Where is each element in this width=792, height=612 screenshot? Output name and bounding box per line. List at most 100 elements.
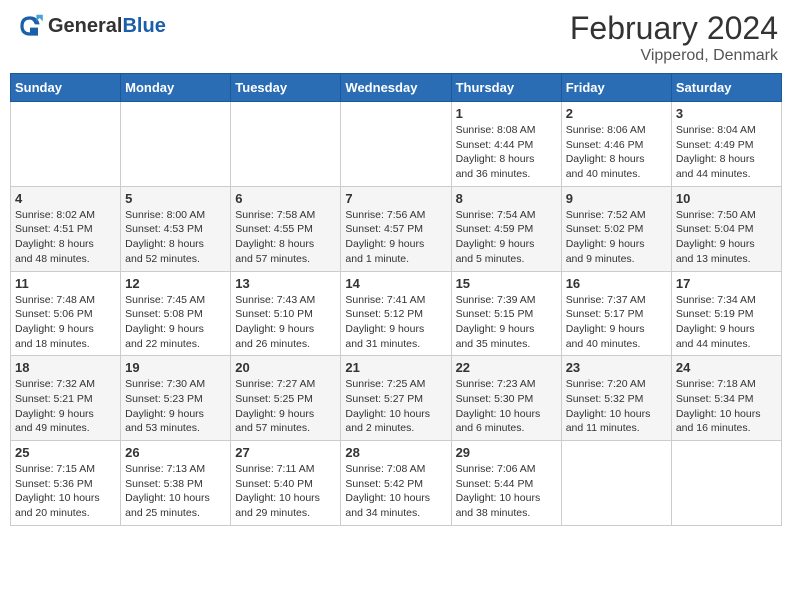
weekday-header-wednesday: Wednesday	[341, 74, 451, 102]
calendar-week-row: 25Sunrise: 7:15 AM Sunset: 5:36 PM Dayli…	[11, 441, 782, 526]
day-info: Sunrise: 7:23 AM Sunset: 5:30 PM Dayligh…	[456, 377, 557, 436]
day-info: Sunrise: 7:58 AM Sunset: 4:55 PM Dayligh…	[235, 208, 336, 267]
day-info: Sunrise: 7:15 AM Sunset: 5:36 PM Dayligh…	[15, 462, 116, 521]
day-info: Sunrise: 7:43 AM Sunset: 5:10 PM Dayligh…	[235, 293, 336, 352]
weekday-header-row: SundayMondayTuesdayWednesdayThursdayFrid…	[11, 74, 782, 102]
day-info: Sunrise: 8:04 AM Sunset: 4:49 PM Dayligh…	[676, 123, 777, 182]
day-number: 14	[345, 276, 446, 291]
day-number: 2	[566, 106, 667, 121]
day-info: Sunrise: 7:20 AM Sunset: 5:32 PM Dayligh…	[566, 377, 667, 436]
calendar-cell: 16 Sunrise: 7:37 AM Sunset: 5:17 PM Dayli…	[561, 271, 671, 356]
day-number: 7	[345, 191, 446, 206]
calendar-week-row: 18 Sunrise: 7:32 AM Sunset: 5:21 PM Dayli…	[11, 356, 782, 441]
calendar-cell	[671, 441, 781, 526]
calendar-cell: 29Sunrise: 7:06 AM Sunset: 5:44 PM Dayli…	[451, 441, 561, 526]
calendar-week-row: 1Sunrise: 8:08 AM Sunset: 4:44 PM Daylig…	[11, 102, 782, 187]
calendar-cell: 20 Sunrise: 7:27 AM Sunset: 5:25 PM Dayli…	[231, 356, 341, 441]
day-number: 22	[456, 360, 557, 375]
calendar-cell: 27 Sunrise: 7:11 AM Sunset: 5:40 PM Dayli…	[231, 441, 341, 526]
calendar-cell: 7Sunrise: 7:56 AM Sunset: 4:57 PM Daylig…	[341, 186, 451, 271]
page-header: GeneralBlue February 2024 Vipperod, Denm…	[10, 10, 782, 65]
calendar-header: SundayMondayTuesdayWednesdayThursdayFrid…	[11, 74, 782, 102]
day-number: 23	[566, 360, 667, 375]
calendar-cell: 15 Sunrise: 7:39 AM Sunset: 5:15 PM Dayli…	[451, 271, 561, 356]
day-info: Sunrise: 7:52 AM Sunset: 5:02 PM Dayligh…	[566, 208, 667, 267]
weekday-header-thursday: Thursday	[451, 74, 561, 102]
calendar-cell: 28 Sunrise: 7:08 AM Sunset: 5:42 PM Dayli…	[341, 441, 451, 526]
day-info: Sunrise: 8:08 AM Sunset: 4:44 PM Dayligh…	[456, 123, 557, 182]
day-info: Sunrise: 7:45 AM Sunset: 5:08 PM Dayligh…	[125, 293, 226, 352]
day-number: 21	[345, 360, 446, 375]
day-info: Sunrise: 7:30 AM Sunset: 5:23 PM Dayligh…	[125, 377, 226, 436]
calendar-cell: 8Sunrise: 7:54 AM Sunset: 4:59 PM Daylig…	[451, 186, 561, 271]
day-info: Sunrise: 8:02 AM Sunset: 4:51 PM Dayligh…	[15, 208, 116, 267]
calendar-cell: 1Sunrise: 8:08 AM Sunset: 4:44 PM Daylig…	[451, 102, 561, 187]
page-title: February 2024	[570, 10, 778, 47]
calendar-cell: 26Sunrise: 7:13 AM Sunset: 5:38 PM Dayli…	[121, 441, 231, 526]
logo-blue-text: Blue	[122, 15, 165, 37]
day-number: 13	[235, 276, 336, 291]
calendar-cell: 9 Sunrise: 7:52 AM Sunset: 5:02 PM Daylig…	[561, 186, 671, 271]
day-info: Sunrise: 7:41 AM Sunset: 5:12 PM Dayligh…	[345, 293, 446, 352]
day-info: Sunrise: 7:08 AM Sunset: 5:42 PM Dayligh…	[345, 462, 446, 521]
calendar-cell: 13 Sunrise: 7:43 AM Sunset: 5:10 PM Dayli…	[231, 271, 341, 356]
calendar-cell: 12 Sunrise: 7:45 AM Sunset: 5:08 PM Dayli…	[121, 271, 231, 356]
day-number: 6	[235, 191, 336, 206]
calendar-cell: 24 Sunrise: 7:18 AM Sunset: 5:34 PM Dayli…	[671, 356, 781, 441]
day-info: Sunrise: 7:27 AM Sunset: 5:25 PM Dayligh…	[235, 377, 336, 436]
day-info: Sunrise: 7:13 AM Sunset: 5:38 PM Dayligh…	[125, 462, 226, 521]
calendar-cell	[121, 102, 231, 187]
day-info: Sunrise: 7:18 AM Sunset: 5:34 PM Dayligh…	[676, 377, 777, 436]
calendar-cell: 19 Sunrise: 7:30 AM Sunset: 5:23 PM Dayli…	[121, 356, 231, 441]
calendar-cell: 22 Sunrise: 7:23 AM Sunset: 5:30 PM Dayli…	[451, 356, 561, 441]
calendar-cell: 23 Sunrise: 7:20 AM Sunset: 5:32 PM Dayli…	[561, 356, 671, 441]
calendar-cell: 18 Sunrise: 7:32 AM Sunset: 5:21 PM Dayli…	[11, 356, 121, 441]
calendar-cell: 5 Sunrise: 8:00 AM Sunset: 4:53 PM Daylig…	[121, 186, 231, 271]
day-number: 9	[566, 191, 667, 206]
weekday-header-tuesday: Tuesday	[231, 74, 341, 102]
day-info: Sunrise: 7:39 AM Sunset: 5:15 PM Dayligh…	[456, 293, 557, 352]
day-number: 16	[566, 276, 667, 291]
day-number: 11	[15, 276, 116, 291]
calendar-table: SundayMondayTuesdayWednesdayThursdayFrid…	[10, 73, 782, 526]
day-info: Sunrise: 7:32 AM Sunset: 5:21 PM Dayligh…	[15, 377, 116, 436]
day-number: 4	[15, 191, 116, 206]
day-number: 5	[125, 191, 226, 206]
calendar-cell: 3 Sunrise: 8:04 AM Sunset: 4:49 PM Daylig…	[671, 102, 781, 187]
logo-icon	[14, 10, 46, 42]
day-number: 12	[125, 276, 226, 291]
calendar-cell	[231, 102, 341, 187]
logo: GeneralBlue	[14, 10, 166, 42]
day-info: Sunrise: 8:06 AM Sunset: 4:46 PM Dayligh…	[566, 123, 667, 182]
calendar-week-row: 11Sunrise: 7:48 AM Sunset: 5:06 PM Dayli…	[11, 271, 782, 356]
day-number: 15	[456, 276, 557, 291]
day-number: 27	[235, 445, 336, 460]
calendar-cell: 25Sunrise: 7:15 AM Sunset: 5:36 PM Dayli…	[11, 441, 121, 526]
day-info: Sunrise: 7:37 AM Sunset: 5:17 PM Dayligh…	[566, 293, 667, 352]
calendar-cell	[561, 441, 671, 526]
day-number: 3	[676, 106, 777, 121]
title-block: February 2024 Vipperod, Denmark	[570, 10, 778, 65]
day-number: 20	[235, 360, 336, 375]
calendar-body: 1Sunrise: 8:08 AM Sunset: 4:44 PM Daylig…	[11, 102, 782, 526]
day-info: Sunrise: 8:00 AM Sunset: 4:53 PM Dayligh…	[125, 208, 226, 267]
calendar-cell: 10 Sunrise: 7:50 AM Sunset: 5:04 PM Dayli…	[671, 186, 781, 271]
calendar-cell: 17 Sunrise: 7:34 AM Sunset: 5:19 PM Dayli…	[671, 271, 781, 356]
day-number: 17	[676, 276, 777, 291]
day-number: 10	[676, 191, 777, 206]
calendar-cell: 4 Sunrise: 8:02 AM Sunset: 4:51 PM Daylig…	[11, 186, 121, 271]
day-info: Sunrise: 7:34 AM Sunset: 5:19 PM Dayligh…	[676, 293, 777, 352]
day-number: 18	[15, 360, 116, 375]
day-info: Sunrise: 7:50 AM Sunset: 5:04 PM Dayligh…	[676, 208, 777, 267]
logo-general-text: General	[48, 15, 122, 37]
day-number: 19	[125, 360, 226, 375]
day-number: 24	[676, 360, 777, 375]
day-info: Sunrise: 7:11 AM Sunset: 5:40 PM Dayligh…	[235, 462, 336, 521]
weekday-header-saturday: Saturday	[671, 74, 781, 102]
calendar-cell	[341, 102, 451, 187]
day-number: 28	[345, 445, 446, 460]
page-subtitle: Vipperod, Denmark	[570, 47, 778, 65]
calendar-cell: 14 Sunrise: 7:41 AM Sunset: 5:12 PM Dayli…	[341, 271, 451, 356]
calendar-week-row: 4 Sunrise: 8:02 AM Sunset: 4:51 PM Daylig…	[11, 186, 782, 271]
day-number: 29	[456, 445, 557, 460]
